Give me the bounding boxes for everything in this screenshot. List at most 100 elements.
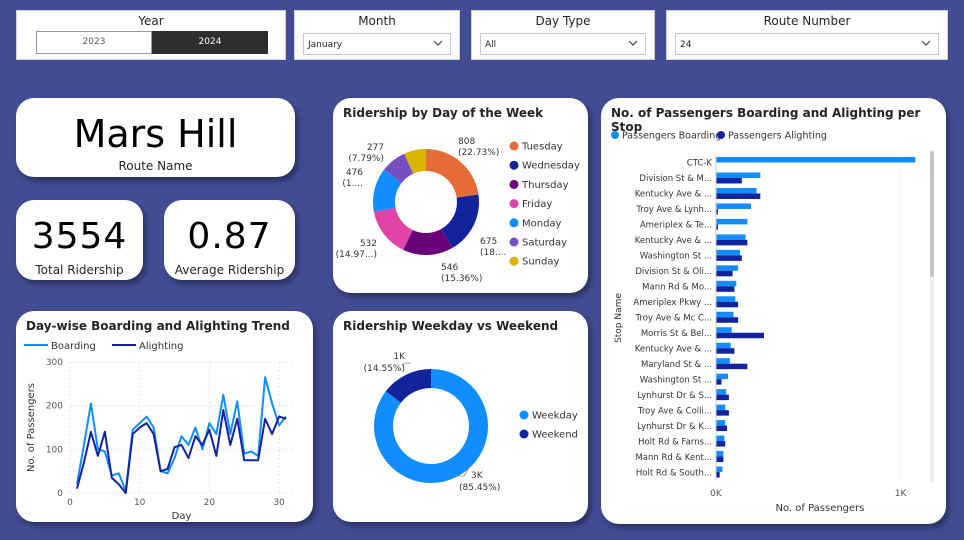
category-label: Troy Ave & Colli... (637, 406, 712, 416)
x-axis-title: No. of Passengers (775, 503, 864, 514)
year-option-2023[interactable]: 2023 (36, 31, 152, 54)
bar-passengers-alighting[interactable] (716, 472, 720, 478)
route-number-dropdown[interactable]: 24 (675, 33, 939, 55)
bar-passengers-alighting[interactable] (716, 410, 729, 416)
bar-passengers-boarding[interactable] (716, 187, 757, 194)
average-ridership-value: 0.87 (187, 216, 272, 257)
data-label-tuesday: 808 (458, 137, 475, 147)
average-ridership-card: 0.87 Average Ridership (164, 200, 295, 280)
bar-passengers-boarding[interactable] (716, 358, 730, 364)
y-tick-label: 0 (57, 489, 63, 499)
bar-passengers-alighting[interactable] (716, 379, 722, 385)
month-dropdown-value: January (308, 40, 343, 50)
bar-passengers-alighting[interactable] (716, 394, 729, 401)
bar-passengers-alighting[interactable] (716, 456, 724, 463)
y-axis-title: Stop Name (614, 293, 624, 343)
scrollbar-thumb[interactable] (930, 151, 934, 277)
per-stop-bar-chart: CTC-K Division St & M... Kentucky Ave & ..… (611, 131, 934, 514)
legend-marker-sunday (509, 256, 519, 266)
bar-passengers-alighting[interactable] (716, 317, 739, 323)
legend-item-boarding[interactable]: Boarding (51, 341, 96, 352)
bar-passengers-alighting[interactable] (716, 301, 739, 308)
bar-passengers-boarding[interactable] (716, 203, 752, 209)
legend-marker-friday (509, 199, 519, 209)
bar-passengers-boarding[interactable] (716, 218, 748, 225)
chevron-down-icon (433, 40, 443, 46)
bar-passengers-boarding[interactable] (716, 389, 727, 395)
bar-passengers-alighting[interactable] (716, 441, 726, 447)
bar-passengers-boarding[interactable] (716, 249, 740, 256)
bar-passengers-alighting[interactable] (716, 286, 735, 292)
bar-passengers-alighting[interactable] (716, 177, 742, 184)
category-label: Kentucky Ave & ... (635, 236, 712, 246)
day-type-slicer-title: Day Type (535, 14, 591, 28)
bar-passengers-alighting[interactable] (716, 332, 764, 339)
bar-passengers-boarding[interactable] (716, 234, 746, 240)
bar-passengers-boarding[interactable] (716, 435, 725, 442)
bar-passengers-boarding[interactable] (716, 311, 734, 318)
legend-item-sunday[interactable]: Sunday (522, 257, 559, 268)
bar-passengers-boarding[interactable] (716, 327, 732, 333)
legend-marker-weekend (519, 429, 529, 439)
data-label-weekday: 3K (471, 471, 484, 481)
bar-passengers-boarding[interactable] (716, 404, 726, 411)
bar-passengers-alighting[interactable] (716, 193, 761, 199)
route-name-label: Route Name (118, 159, 193, 173)
x-tick-label: 10 (134, 498, 146, 508)
category-label: Lynhurst Dr & K... (637, 422, 712, 432)
legend-item-wednesday[interactable]: Wednesday (522, 161, 580, 172)
month-slicer: Month January (294, 10, 460, 60)
y-axis-title: No. of Passengers (26, 383, 37, 472)
legend-item-alighting[interactable]: Alighting (139, 341, 183, 352)
bar-passengers-boarding[interactable] (716, 373, 728, 380)
bar-passengers-boarding[interactable] (716, 451, 724, 457)
x-tick-label: 1K (895, 489, 908, 499)
data-label-pct-tuesday: (22.73%) (458, 148, 499, 158)
bar-passengers-boarding[interactable] (716, 296, 736, 302)
bar-passengers-alighting[interactable] (716, 255, 742, 261)
day-type-dropdown[interactable]: All (480, 33, 646, 55)
bar-passengers-alighting[interactable] (716, 363, 748, 370)
legend-item-friday[interactable]: Friday (522, 199, 552, 210)
bar-passengers-boarding[interactable] (716, 157, 916, 163)
legend-item-tuesday[interactable]: Tuesday (521, 142, 563, 153)
weekday-weekend-card: Ridership Weekday vs Weekend 3K (85.45%) 1… (333, 311, 588, 522)
legend-marker-weekday (519, 410, 529, 420)
category-label: Ameriplex & Te... (640, 221, 712, 231)
bar-passengers-alighting[interactable] (716, 239, 748, 246)
average-ridership-label: Average Ridership (174, 263, 285, 277)
day-type-slicer: Day Type All (471, 10, 655, 60)
legend-item-weekday[interactable]: Weekday (532, 411, 578, 422)
per-stop-card: No. of Passengers Boarding and Alighting… (601, 98, 946, 524)
category-label: Kentucky Ave & ... (635, 190, 712, 200)
x-tick-label: 20 (204, 498, 216, 508)
bar-passengers-alighting[interactable] (716, 270, 733, 277)
legend-item-thursday[interactable]: Thursday (521, 180, 569, 191)
month-dropdown[interactable]: January (303, 33, 451, 55)
legend-item-monday[interactable]: Monday (522, 218, 562, 229)
data-label-pct-thursday: (15.36%) (441, 274, 482, 284)
day-of-week-donut-chart: 808(22.73%) 675(18.... 546(15.36%) 532(14.9… (336, 137, 580, 284)
data-label-wednesday: 675 (480, 237, 497, 247)
legend-item-passengers-boarding[interactable]: Passengers Boarding (622, 131, 721, 142)
bar-passengers-boarding[interactable] (716, 265, 739, 271)
legend-item-weekend[interactable]: Weekend (532, 430, 578, 441)
bar-passengers-boarding[interactable] (716, 172, 761, 178)
x-tick-label: 30 (273, 498, 285, 508)
legend-item-passengers-alighting[interactable]: Passengers Alighting (728, 131, 827, 142)
legend-marker-thursday (509, 179, 519, 189)
category-label: Ameriplex Pkwy ... (633, 298, 712, 308)
bar-passengers-boarding[interactable] (716, 466, 723, 473)
bar-passengers-boarding[interactable] (716, 420, 726, 426)
day-of-week-card: Ridership by Day of the Week 808 (22.73%)… (333, 98, 588, 293)
bar-passengers-boarding[interactable] (716, 280, 737, 287)
bar-passengers-alighting[interactable] (716, 348, 735, 354)
year-option-2024[interactable]: 2024 (152, 31, 268, 54)
year-slicer-title: Year (138, 14, 164, 28)
category-label: Washington St ... (640, 375, 712, 385)
legend-item-saturday[interactable]: Saturday (522, 238, 567, 249)
bar-passengers-alighting[interactable] (716, 425, 728, 432)
series-line-boarding[interactable] (75, 376, 287, 492)
bar-passengers-boarding[interactable] (716, 342, 731, 349)
series-line-alighting[interactable] (76, 409, 287, 494)
